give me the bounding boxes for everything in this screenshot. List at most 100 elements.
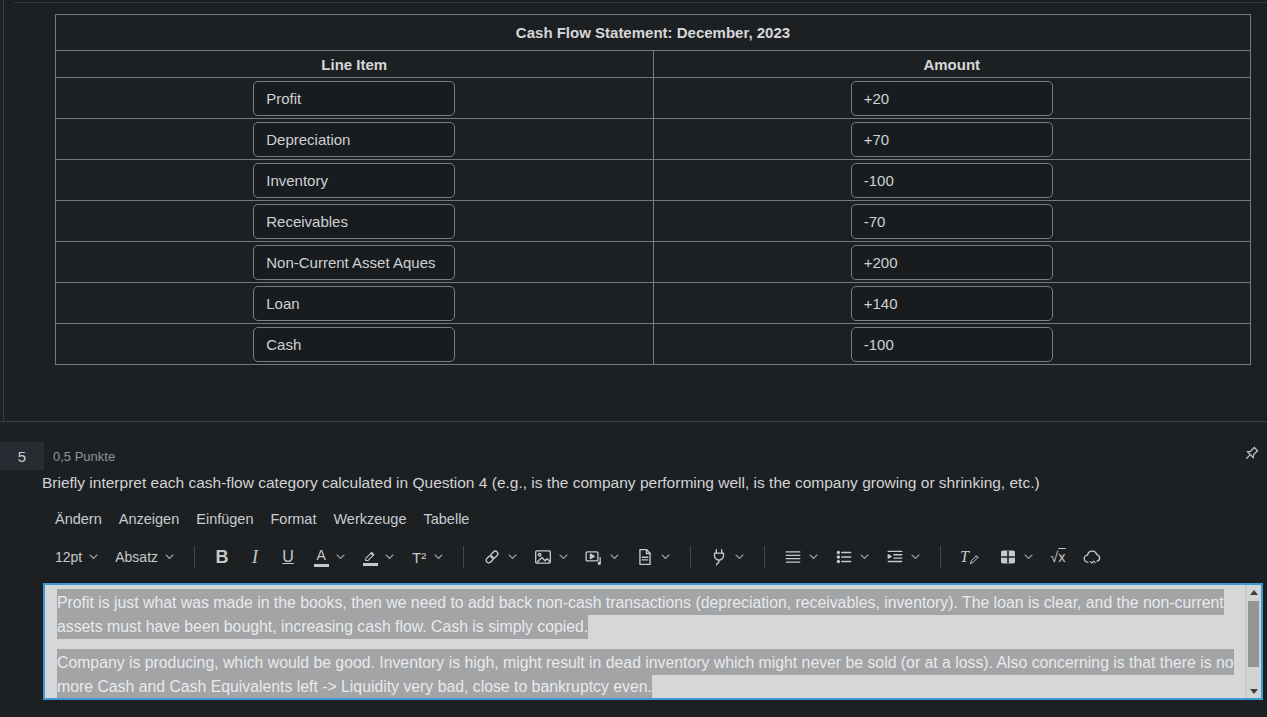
text-color-button[interactable]: A bbox=[313, 548, 345, 567]
amount-input[interactable]: -100 bbox=[851, 163, 1053, 198]
line-item-input[interactable]: Non-Current Asset Aques bbox=[253, 245, 455, 280]
menu-werkzeuge[interactable]: Werkzeuge bbox=[333, 511, 406, 527]
amount-input[interactable]: -70 bbox=[851, 204, 1053, 239]
format-painter-button[interactable]: T bbox=[960, 548, 982, 566]
line-item-input[interactable]: Receivables bbox=[253, 204, 455, 239]
editor-menubar: Ändern Anzeigen Einfügen Format Werkzeuge Tab… bbox=[55, 511, 469, 527]
toolbar-separator bbox=[463, 546, 464, 568]
pin-icon[interactable] bbox=[1242, 445, 1260, 463]
editor-content[interactable]: Profit is just what was made in the book… bbox=[45, 585, 1245, 698]
amount-input[interactable]: +70 bbox=[851, 122, 1053, 157]
menu-anzeigen[interactable]: Anzeigen bbox=[119, 511, 179, 527]
editor-toolbar: 12pt Absatz BIUA T² T √x bbox=[55, 540, 1109, 574]
top-border-line bbox=[14, 2, 1267, 3]
format-painter-icon: T bbox=[960, 548, 982, 566]
scrollbar-thumb[interactable] bbox=[1248, 601, 1259, 667]
table-row: Non-Current Asset Aques +200 bbox=[56, 242, 1251, 283]
scrollbar-up-arrow[interactable] bbox=[1246, 585, 1261, 599]
link-button[interactable] bbox=[483, 548, 517, 566]
question-points: 0,5 Punkte bbox=[53, 449, 115, 464]
underline-button[interactable]: U bbox=[280, 548, 296, 566]
bold-icon: B bbox=[214, 547, 230, 568]
link-icon bbox=[483, 548, 501, 566]
scrollbar-down-arrow[interactable] bbox=[1246, 684, 1261, 698]
selected-text: Profit is just what was made in the book… bbox=[57, 589, 1224, 615]
selected-text: more Cash and Cash Equivalents left -> L… bbox=[57, 673, 652, 699]
line-item-input[interactable]: Cash bbox=[253, 327, 455, 362]
indent-icon bbox=[886, 548, 904, 566]
chevron-down-icon bbox=[1024, 554, 1033, 560]
table-row: Loan +140 bbox=[56, 283, 1251, 324]
align-button[interactable] bbox=[784, 548, 818, 566]
align-icon bbox=[784, 548, 802, 566]
font-size-select[interactable]: 12pt bbox=[55, 549, 98, 565]
highlight-button[interactable] bbox=[362, 549, 394, 566]
chevron-down-icon bbox=[508, 554, 517, 560]
formula-icon: √x bbox=[1050, 549, 1066, 565]
question-text: Briefly interpret each cash-flow categor… bbox=[42, 474, 1040, 492]
chevron-down-icon bbox=[336, 554, 345, 560]
table-title: Cash Flow Statement: December, 2023 bbox=[56, 15, 1251, 51]
menu-tabelle[interactable]: Tabelle bbox=[423, 511, 469, 527]
chevron-down-icon bbox=[911, 554, 920, 560]
underline-icon: U bbox=[280, 548, 296, 566]
selected-text: assets must have been bought, increasing… bbox=[57, 613, 588, 639]
cloud-sync-button[interactable] bbox=[1083, 548, 1101, 566]
amount-input[interactable]: +20 bbox=[851, 81, 1053, 116]
media-button[interactable] bbox=[585, 548, 619, 566]
font-size-label: 12pt bbox=[55, 549, 82, 565]
menu-ndern[interactable]: Ändern bbox=[55, 511, 102, 527]
italic-icon: I bbox=[247, 547, 263, 568]
line-item-input[interactable]: Loan bbox=[253, 286, 455, 321]
indent-button[interactable] bbox=[886, 548, 920, 566]
document-button[interactable] bbox=[636, 548, 670, 566]
chevron-down-icon bbox=[434, 554, 443, 560]
italic-button[interactable]: I bbox=[247, 547, 263, 568]
line-item-input[interactable]: Inventory bbox=[253, 163, 455, 198]
image-button[interactable] bbox=[534, 548, 568, 566]
cash-flow-table: Cash Flow Statement: December, 2023 Line… bbox=[55, 14, 1251, 365]
superscript-button[interactable]: T² bbox=[411, 549, 443, 566]
bullet-list-button[interactable] bbox=[835, 548, 869, 566]
menu-format[interactable]: Format bbox=[270, 511, 316, 527]
left-border-line bbox=[3, 0, 4, 421]
block-format-select[interactable]: Absatz bbox=[115, 549, 174, 565]
line-item-input[interactable]: Profit bbox=[253, 81, 455, 116]
answer-paragraph: Profit is just what was made in the book… bbox=[57, 590, 1233, 638]
menu-einfgen[interactable]: Einfügen bbox=[196, 511, 253, 527]
image-icon bbox=[534, 548, 552, 566]
plugin-button[interactable] bbox=[710, 548, 744, 566]
highlight-icon bbox=[362, 549, 378, 566]
answer-editor[interactable]: Profit is just what was made in the book… bbox=[43, 583, 1263, 700]
exam-page: Cash Flow Statement: December, 2023 Line… bbox=[0, 0, 1267, 717]
chevron-down-icon bbox=[165, 554, 174, 560]
table-row: Cash -100 bbox=[56, 324, 1251, 365]
amount-input[interactable]: +140 bbox=[851, 286, 1053, 321]
column-header-line-item: Line Item bbox=[56, 51, 654, 78]
table-row: Profit +20 bbox=[56, 78, 1251, 119]
bullet-list-icon bbox=[835, 548, 853, 566]
chevron-down-icon bbox=[735, 554, 744, 560]
amount-input[interactable]: +200 bbox=[851, 245, 1053, 280]
chevron-down-icon bbox=[661, 554, 670, 560]
chevron-down-icon bbox=[89, 554, 98, 560]
question-number-badge: 5 bbox=[0, 442, 44, 470]
table-icon bbox=[999, 548, 1017, 566]
text-color-icon: A bbox=[313, 548, 329, 567]
amount-input[interactable]: -100 bbox=[851, 327, 1053, 362]
superscript-icon: T² bbox=[411, 549, 427, 566]
media-icon bbox=[585, 548, 603, 566]
toolbar-separator bbox=[764, 546, 765, 568]
cloud-sync-icon bbox=[1083, 548, 1101, 566]
line-item-input[interactable]: Depreciation bbox=[253, 122, 455, 157]
chevron-down-icon bbox=[860, 554, 869, 560]
toolbar-separator bbox=[940, 546, 941, 568]
editor-scrollbar[interactable] bbox=[1245, 585, 1261, 698]
section-divider bbox=[0, 421, 1267, 422]
plugin-icon bbox=[710, 548, 728, 566]
answer-paragraph: Company is producing, which would be goo… bbox=[57, 650, 1233, 698]
table-button[interactable] bbox=[999, 548, 1033, 566]
table-row: Depreciation +70 bbox=[56, 119, 1251, 160]
bold-button[interactable]: B bbox=[214, 547, 230, 568]
formula-button[interactable]: √x bbox=[1050, 549, 1066, 565]
